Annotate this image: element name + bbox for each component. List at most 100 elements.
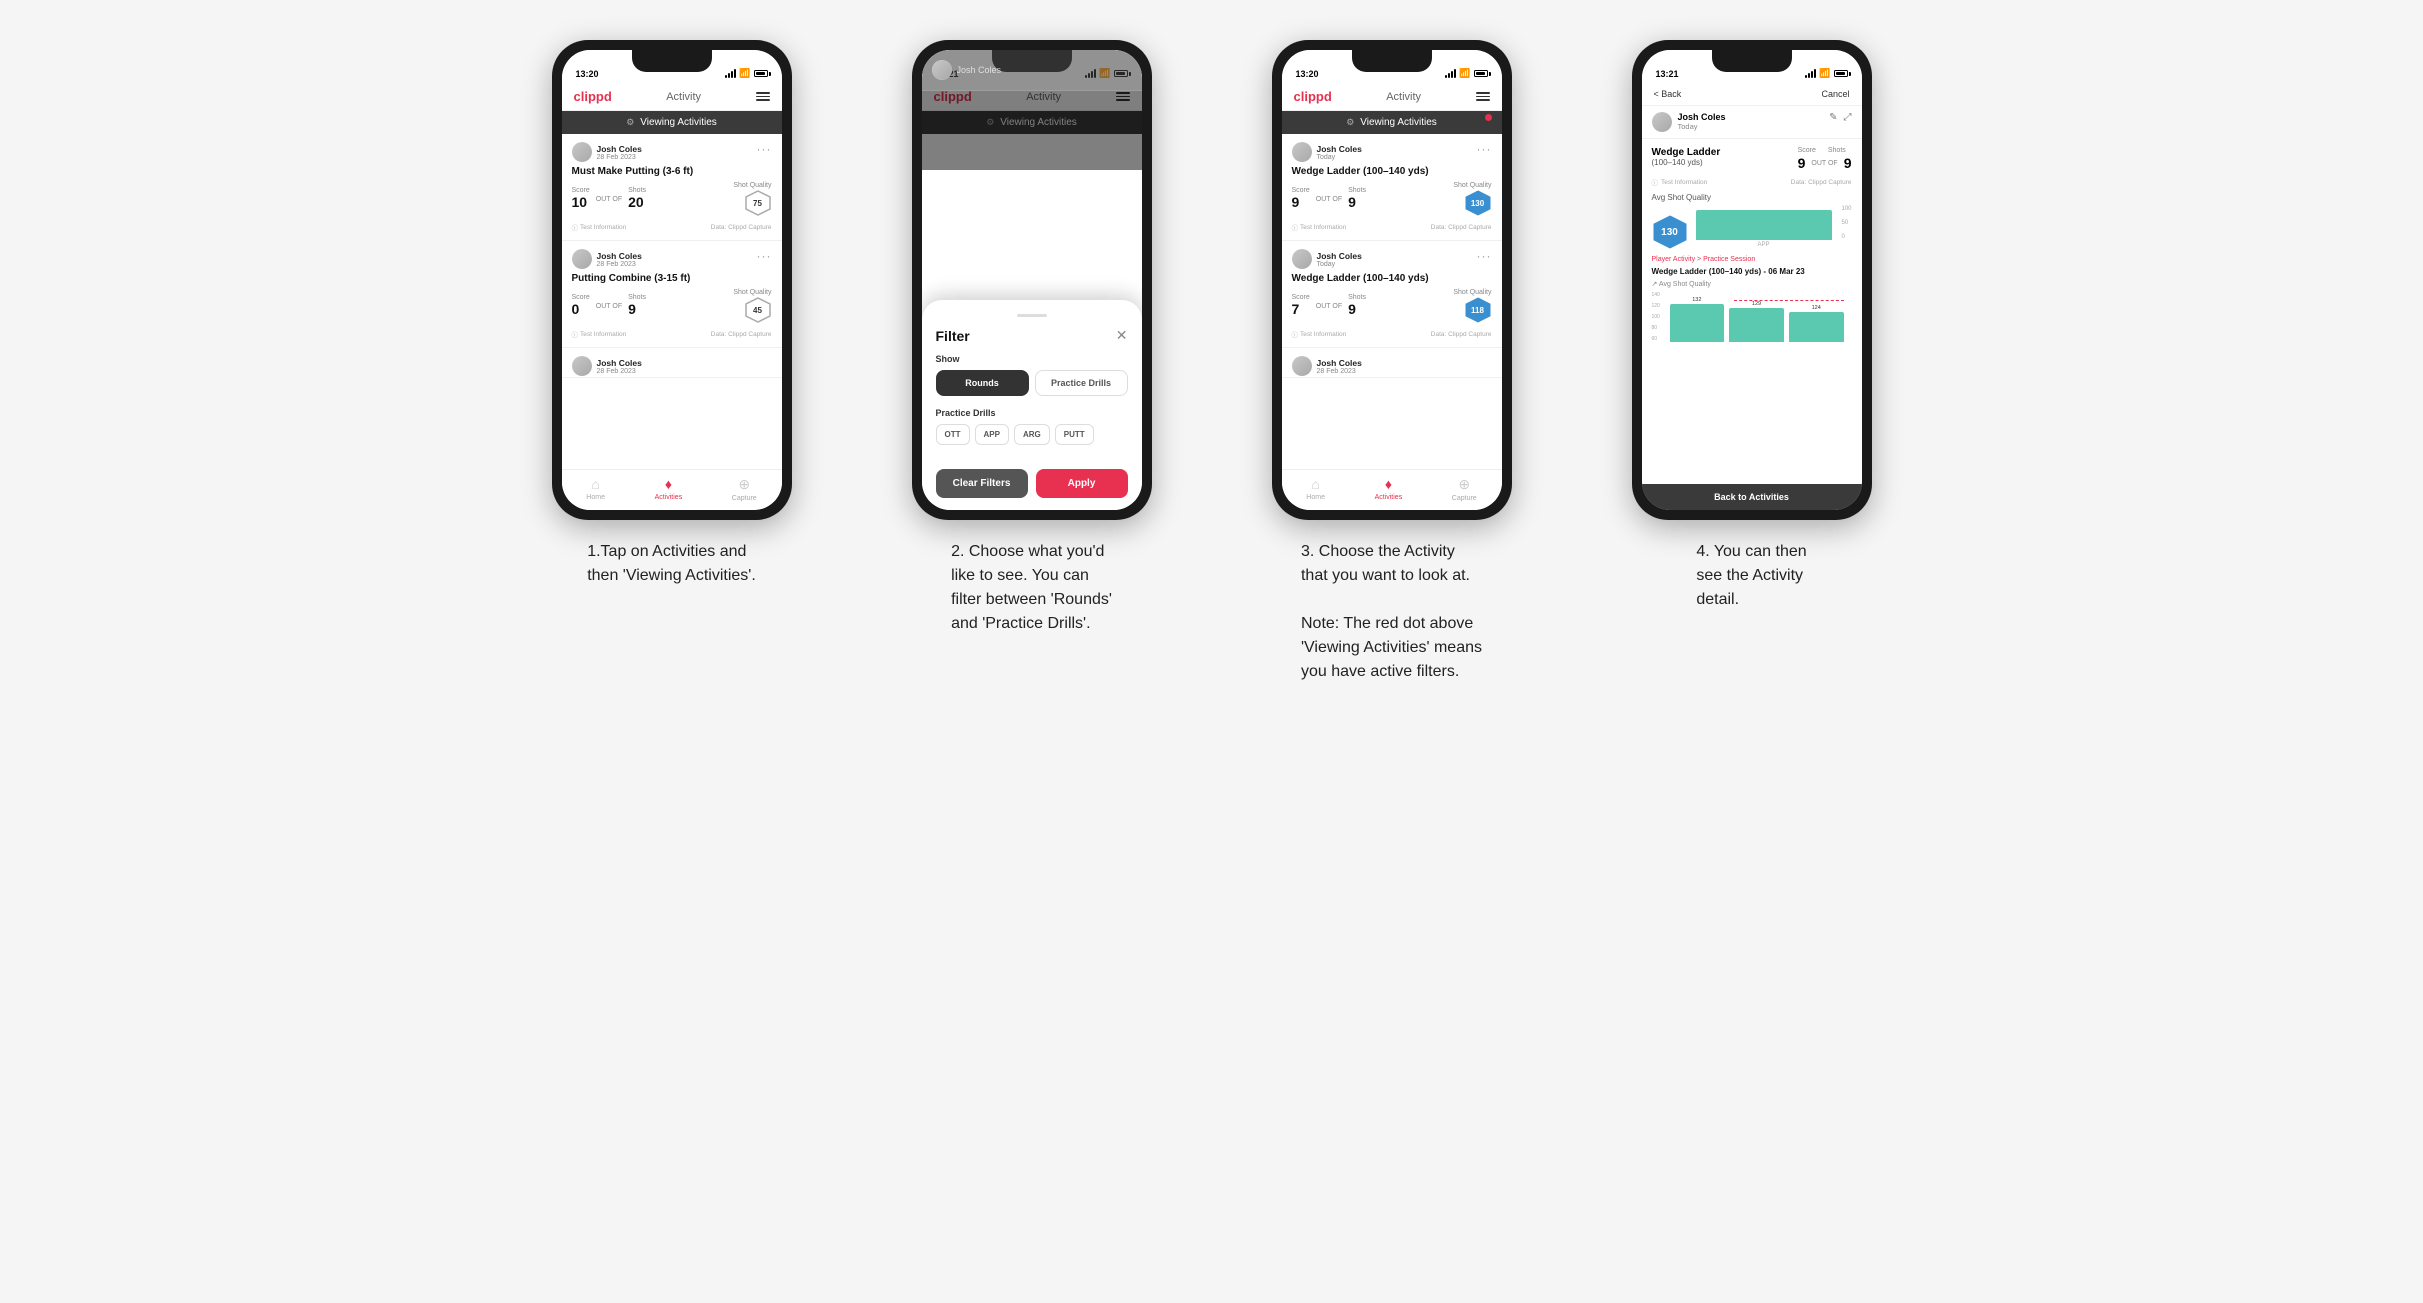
wifi-icon-4: 📶	[1819, 68, 1830, 79]
back-to-activities-button[interactable]: Back to Activities	[1642, 484, 1862, 510]
signal-bars-4	[1805, 69, 1816, 78]
close-button[interactable]: ✕	[1116, 327, 1128, 344]
battery-3	[1474, 70, 1488, 77]
avatar-1-2	[572, 249, 592, 269]
phone-3-inner: 13:20 📶 clippd Activity	[1282, 50, 1502, 510]
viewing-bar-3[interactable]: ⚙ Viewing Activities	[1282, 111, 1502, 134]
nav-capture-3[interactable]: ⊕ Capture	[1452, 476, 1477, 502]
nav-activities-3[interactable]: ♦ Activities	[1375, 476, 1403, 502]
info-icon-1-2: ⓘ	[572, 329, 579, 339]
practice-drills-label: Practice Drills	[936, 408, 1128, 418]
hamburger-1[interactable]	[756, 92, 770, 101]
user-info-1-3: Josh Coles 28 Feb 2023	[597, 358, 642, 375]
app-header-3: clippd Activity	[1282, 83, 1502, 111]
edit-icon-4[interactable]: ✎	[1829, 112, 1837, 123]
avatar-1-1	[572, 142, 592, 162]
dim-user-2: Josh Coles	[957, 65, 1002, 75]
user-info-3-3: Josh Coles 28 Feb 2023	[1317, 358, 1362, 375]
back-button[interactable]: < Back	[1654, 89, 1682, 99]
activity-card-3-2[interactable]: Josh Coles Today ··· Wedge Ladder (100–1…	[1282, 241, 1502, 348]
filter-icon-3: ⚙	[1346, 117, 1354, 128]
three-dots-3-1[interactable]: ···	[1477, 142, 1492, 156]
capture-icon-3: ⊕	[1458, 476, 1470, 493]
three-dots-1-1[interactable]: ···	[757, 142, 772, 156]
wedge-row-4: Wedge Ladder (100–140 yds) Score Shots 9…	[1652, 147, 1852, 171]
page-container: 13:20 📶 clippd Activity	[512, 40, 1912, 684]
info-icon-3-2: ⓘ	[1292, 329, 1299, 339]
three-dots-3-2[interactable]: ···	[1477, 249, 1492, 263]
activities-icon-3: ♦	[1385, 476, 1392, 492]
phone-3: 13:20 📶 clippd Activity	[1272, 40, 1512, 520]
practice-drills-toggle[interactable]: Practice Drills	[1035, 370, 1128, 396]
avatar-3-3	[1292, 356, 1312, 376]
chart-mini-4: 100500 APP	[1696, 206, 1852, 250]
info-row-4: ⓘ Test Information Data: Clippd Capture	[1652, 177, 1852, 187]
scroll-area-1: Josh Coles 28 Feb 2023 ··· Must Make Put…	[562, 134, 782, 469]
battery-4	[1834, 70, 1848, 77]
filter-modal: Filter ✕ Show Rounds Practice Drills Pra…	[922, 300, 1142, 510]
nav-home-1[interactable]: ⌂ Home	[586, 476, 605, 502]
putt-btn[interactable]: PUTT	[1055, 424, 1094, 445]
capture-icon-1: ⊕	[738, 476, 750, 493]
header-title-3: Activity	[1386, 91, 1421, 103]
apply-button[interactable]: Apply	[1036, 469, 1128, 498]
activity-card-1-2[interactable]: Josh Coles 28 Feb 2023 ··· Putting Combi…	[562, 241, 782, 348]
avatar-1-3	[572, 356, 592, 376]
nav-home-3[interactable]: ⌂ Home	[1306, 476, 1325, 502]
detail-action-icons: ✎ ⤢	[1829, 112, 1851, 123]
viewing-activities-3: Viewing Activities	[1360, 117, 1437, 128]
dim-overlay-2: Josh Coles	[922, 50, 1142, 170]
info-icon-4: ⓘ	[1652, 177, 1659, 187]
battery-1	[754, 70, 768, 77]
activity-card-3-1[interactable]: Josh Coles Today ··· Wedge Ladder (100–1…	[1282, 134, 1502, 241]
session-title-4: Wedge Ladder (100–140 yds) - 06 Mar 23	[1652, 267, 1852, 276]
drill-group: OTT APP ARG PUTT	[936, 424, 1128, 445]
time-3: 13:20	[1296, 69, 1319, 79]
red-dot-3	[1485, 114, 1492, 121]
expand-icon-4[interactable]: ⤢	[1844, 112, 1852, 123]
wifi-icon-1: 📶	[739, 68, 750, 79]
user-info-3-1: Josh Coles Today	[1317, 144, 1362, 161]
arg-btn[interactable]: ARG	[1014, 424, 1050, 445]
step-3-caption: 3. Choose the Activity that you want to …	[1301, 540, 1482, 684]
bottom-nav-3: ⌂ Home ♦ Activities ⊕ Capture	[1282, 469, 1502, 510]
signal-bars-1	[725, 69, 736, 78]
ott-btn[interactable]: OTT	[936, 424, 970, 445]
rounds-toggle[interactable]: Rounds	[936, 370, 1029, 396]
wifi-icon-3: 📶	[1459, 68, 1470, 79]
viewing-bar-1[interactable]: ⚙ Viewing Activities	[562, 111, 782, 134]
user-info-3-2: Josh Coles Today	[1317, 251, 1362, 268]
step-2-container: 13:21 📶 clippd Activity	[872, 40, 1192, 636]
card-title-3-1: Wedge Ladder (100–140 yds)	[1292, 166, 1492, 177]
logo-3: clippd	[1294, 89, 1332, 104]
avatar-4	[1652, 112, 1672, 132]
app-header-1: clippd Activity	[562, 83, 782, 111]
nav-activities-1[interactable]: ♦ Activities	[655, 476, 683, 502]
nav-capture-1[interactable]: ⊕ Capture	[732, 476, 757, 502]
show-label: Show	[936, 354, 1128, 364]
step-3-container: 13:20 📶 clippd Activity	[1232, 40, 1552, 684]
cancel-button-4[interactable]: Cancel	[1821, 89, 1849, 99]
app-btn[interactable]: APP	[975, 424, 1009, 445]
session-chart-4: 1401201008060 132 129	[1652, 292, 1852, 352]
home-icon-1: ⌂	[591, 476, 599, 492]
activity-card-1-3[interactable]: Josh Coles 28 Feb 2023	[562, 348, 782, 378]
phone-notch-4	[1712, 50, 1792, 72]
activity-card-3-3[interactable]: Josh Coles 28 Feb 2023	[1282, 348, 1502, 378]
dim-avatar-2	[932, 60, 952, 80]
viewing-activities-1: Viewing Activities	[640, 117, 717, 128]
avg-sq-section-4: Avg Shot Quality 130 100500	[1652, 193, 1852, 250]
hamburger-3[interactable]	[1476, 92, 1490, 101]
step-4-container: 13:21 📶 < Back Cancel	[1592, 40, 1912, 612]
info-icon-1-1: ⓘ	[572, 222, 579, 232]
session-sub-4: ↗ Avg Shot Quality	[1652, 280, 1852, 288]
detail-header-4: < Back Cancel	[1642, 83, 1862, 106]
card-title-1-2: Putting Combine (3-15 ft)	[572, 273, 772, 284]
phone-1-inner: 13:20 📶 clippd Activity	[562, 50, 782, 510]
phone-1: 13:20 📶 clippd Activity	[552, 40, 792, 520]
hexagon-4: 130	[1652, 214, 1688, 250]
clear-filters-button[interactable]: Clear Filters	[936, 469, 1028, 498]
activity-card-1[interactable]: Josh Coles 28 Feb 2023 ··· Must Make Put…	[562, 134, 782, 241]
hexagon-1-2: 45	[744, 296, 772, 324]
three-dots-1-2[interactable]: ···	[757, 249, 772, 263]
